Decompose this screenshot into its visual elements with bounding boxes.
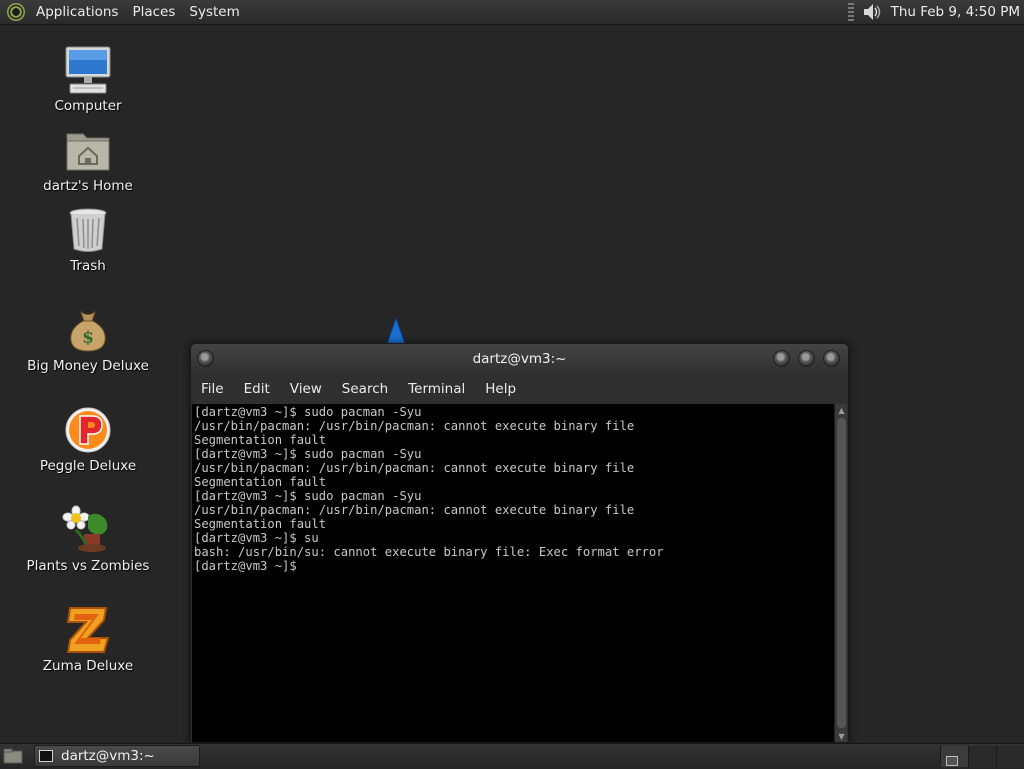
menu-terminal[interactable]: Terminal	[402, 381, 471, 397]
show-desktop-icon	[3, 748, 23, 764]
terminal-line: [dartz@vm3 ~]$ su	[194, 531, 319, 545]
desktop-icon-label: Trash	[70, 258, 106, 274]
desktop-icon-zuma[interactable]: Zuma Deluxe	[18, 604, 158, 674]
terminal-scrollbar[interactable]: ▲ ▼	[834, 404, 847, 742]
distro-logo-icon[interactable]	[7, 3, 25, 21]
terminal-line: /usr/bin/pacman: /usr/bin/pacman: cannot…	[194, 503, 635, 517]
workspace-window-preview	[946, 756, 958, 766]
terminal-line: [dartz@vm3 ~]$ sudo pacman -Syu	[194, 405, 422, 419]
desktop-icon-peggle[interactable]: Peggle Deluxe	[18, 404, 158, 474]
desktop-icon-plants-vs-zombies[interactable]: Plants vs Zombies	[18, 504, 158, 574]
scroll-up-arrow-icon[interactable]: ▲	[835, 404, 848, 416]
panel-handle-icon[interactable]	[847, 3, 854, 21]
system-menu[interactable]: System	[182, 4, 246, 20]
terminal-menubar: File Edit View Search Terminal Help	[191, 374, 848, 404]
menu-help[interactable]: Help	[479, 381, 522, 397]
scroll-thumb[interactable]	[837, 418, 846, 728]
menu-file[interactable]: File	[195, 381, 230, 397]
trash-icon	[69, 208, 107, 252]
terminal-line: /usr/bin/pacman: /usr/bin/pacman: cannot…	[194, 419, 635, 433]
terminal-line: [dartz@vm3 ~]$ sudo pacman -Syu	[194, 489, 422, 503]
terminal-line: Segmentation fault	[194, 475, 327, 489]
show-desktop-button[interactable]	[0, 744, 26, 769]
terminal-line: [dartz@vm3 ~]$ sudo pacman -Syu	[194, 447, 422, 461]
clock[interactable]: Thu Feb 9, 4:50 PM	[891, 4, 1020, 20]
terminal-titlebar[interactable]: dartz@vm3:~	[191, 344, 848, 374]
money-bag-icon: $	[70, 310, 106, 352]
minimize-button[interactable]	[773, 350, 790, 367]
maximize-button[interactable]	[798, 350, 815, 367]
svg-text:$: $	[82, 328, 94, 348]
mouse-pointer-icon	[386, 317, 406, 345]
desktop-icon-label: dartz's Home	[43, 178, 133, 194]
desktop-icon-home[interactable]: dartz's Home	[18, 124, 158, 194]
applications-menu[interactable]: Applications	[29, 4, 125, 20]
terminal-line: bash: /usr/bin/su: cannot execute binary…	[194, 545, 664, 559]
zuma-icon	[66, 607, 110, 653]
terminal-window[interactable]: dartz@vm3:~ File Edit View Search Termin…	[190, 343, 849, 743]
top-panel: Applications Places System Thu Feb 9, 4:…	[0, 0, 1024, 25]
desktop-icon-label: Computer	[54, 98, 122, 114]
menu-view[interactable]: View	[284, 381, 328, 397]
scroll-down-arrow-icon[interactable]: ▼	[835, 730, 848, 742]
workspace-2[interactable]	[968, 746, 996, 767]
home-folder-icon	[66, 133, 110, 171]
terminal-prompt-line: [dartz@vm3 ~]$	[194, 559, 297, 573]
menu-search[interactable]: Search	[336, 381, 394, 397]
desktop-icon-label: Plants vs Zombies	[26, 558, 150, 574]
computer-icon	[65, 46, 111, 94]
desktop-icon-label: Zuma Deluxe	[42, 658, 134, 674]
workspace-3[interactable]	[996, 746, 1024, 767]
desktop-icon-label: Big Money Deluxe	[27, 358, 149, 374]
terminal-line: Segmentation fault	[194, 433, 327, 447]
terminal-icon	[39, 750, 53, 762]
terminal-line: Segmentation fault	[194, 517, 327, 531]
workspace-switcher	[940, 746, 1024, 767]
places-menu[interactable]: Places	[125, 4, 182, 20]
notification-area: Thu Feb 9, 4:50 PM	[847, 0, 1024, 25]
window-title: dartz@vm3:~	[472, 351, 567, 367]
terminal-line: /usr/bin/pacman: /usr/bin/pacman: cannot…	[194, 461, 635, 475]
taskbar-button-label: dartz@vm3:~	[61, 748, 155, 764]
desktop-icon-computer[interactable]: Computer	[18, 44, 158, 114]
menu-edit[interactable]: Edit	[238, 381, 276, 397]
bottom-panel: dartz@vm3:~	[0, 743, 1024, 768]
volume-icon[interactable]	[861, 1, 883, 23]
taskbar-terminal-button[interactable]: dartz@vm3:~	[34, 745, 200, 767]
plants-vs-zombies-icon	[62, 505, 108, 552]
workspace-1[interactable]	[940, 746, 968, 767]
desktop-icon-label: Peggle Deluxe	[39, 458, 137, 474]
terminal-output[interactable]: [dartz@vm3 ~]$ sudo pacman -Syu/usr/bin/…	[192, 404, 835, 742]
peggle-icon	[65, 407, 111, 453]
close-button[interactable]	[823, 350, 840, 367]
desktop-icon-big-money[interactable]: $ Big Money Deluxe	[18, 304, 158, 374]
window-menu-button[interactable]	[197, 350, 214, 367]
desktop-icon-trash[interactable]: Trash	[18, 204, 158, 274]
